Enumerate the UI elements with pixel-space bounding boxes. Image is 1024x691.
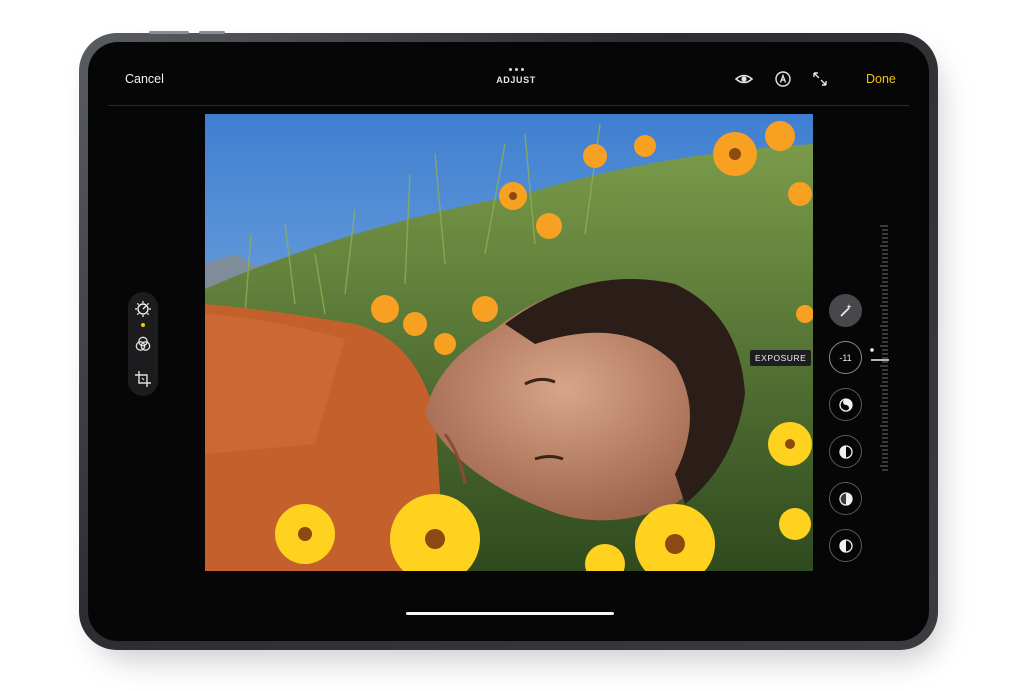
done-button[interactable]: Done: [866, 72, 896, 86]
exposure-label: EXPOSURE: [750, 350, 812, 366]
toolbar-divider: [108, 105, 909, 106]
markup-pen-icon[interactable]: [773, 69, 793, 89]
auto-enhance-button[interactable]: [829, 294, 862, 327]
contrast-button[interactable]: [829, 529, 862, 562]
title-area: ADJUST: [460, 68, 572, 85]
filters-icon[interactable]: [134, 335, 152, 353]
edit-mode-pill: [128, 292, 158, 396]
selected-indicator: [141, 323, 145, 327]
crop-icon[interactable]: [134, 370, 152, 388]
brilliance-icon: [838, 397, 853, 412]
home-indicator[interactable]: [406, 612, 614, 615]
shadows-button[interactable]: [829, 482, 862, 515]
shadows-icon: [838, 491, 853, 506]
brilliance-button[interactable]: [829, 388, 862, 421]
portrait-photo: [205, 114, 813, 571]
expand-arrows-icon[interactable]: [810, 69, 830, 89]
magic-wand-icon: [839, 303, 852, 317]
exposure-button[interactable]: -11: [829, 341, 862, 374]
page-title: ADJUST: [496, 75, 536, 85]
cancel-button[interactable]: Cancel: [125, 72, 164, 86]
highlights-icon: [838, 444, 853, 459]
contrast-icon: [838, 538, 853, 553]
more-dots-icon[interactable]: [460, 68, 572, 73]
volume-button: [199, 31, 225, 34]
top-toolbar: Cancel ADJUST Done: [88, 42, 929, 106]
eye-icon[interactable]: [734, 69, 754, 89]
top-button: [149, 31, 189, 34]
exposure-value: -11: [839, 352, 852, 363]
adjust-dial-icon[interactable]: [134, 300, 152, 318]
highlights-button[interactable]: [829, 435, 862, 468]
screen: Cancel ADJUST Done -11 EXPOSURE: [88, 42, 929, 641]
ipad-device: Cancel ADJUST Done -11 EXPOSURE: [79, 31, 938, 650]
photo-canvas[interactable]: [205, 114, 813, 571]
exposure-slider[interactable]: [868, 222, 892, 472]
